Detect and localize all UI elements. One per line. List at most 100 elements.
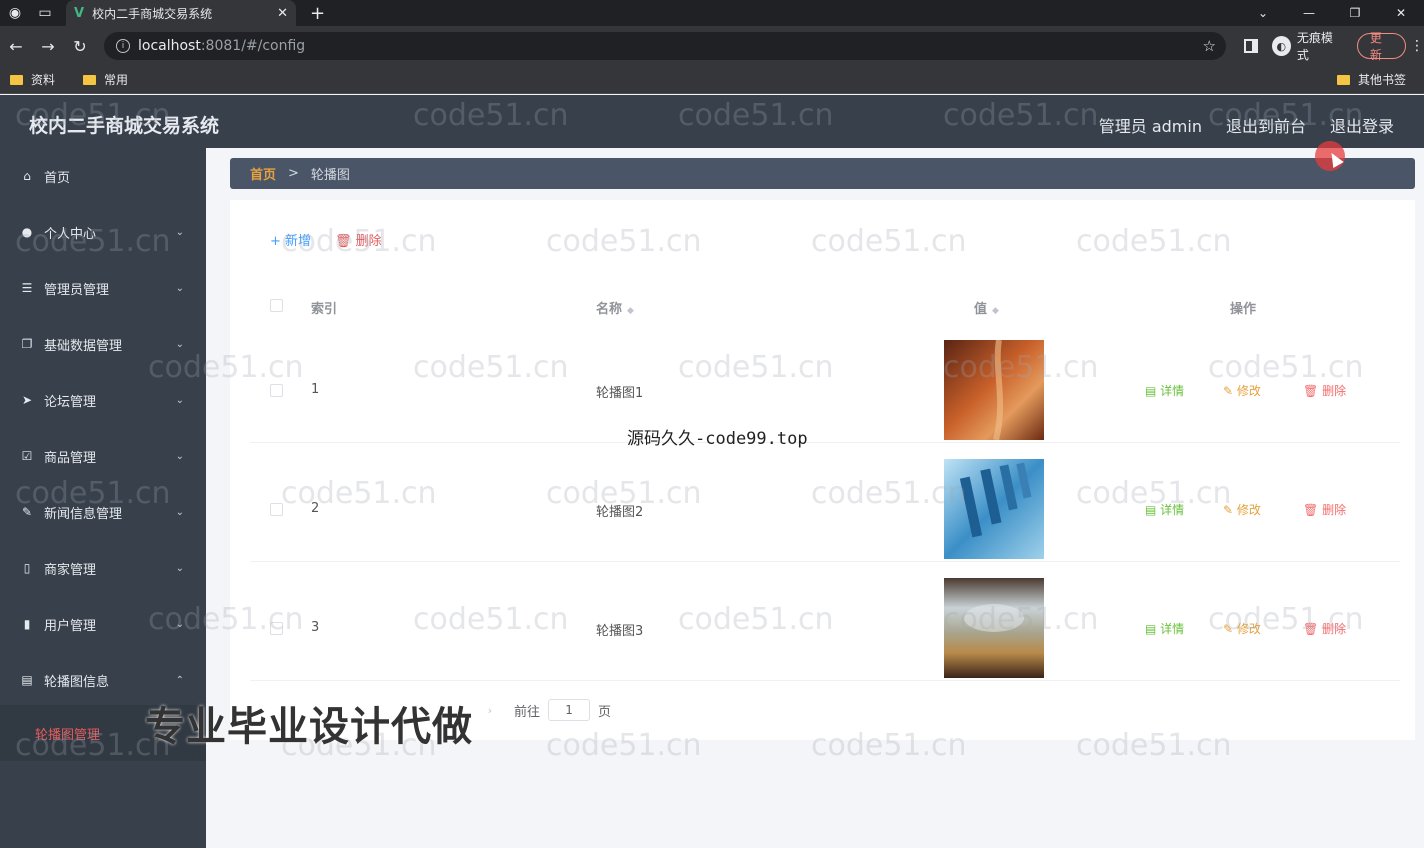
update-button[interactable]: 更新 xyxy=(1356,31,1406,62)
sidebar-item-label: 个人中心 xyxy=(44,226,97,242)
detail-button[interactable]: ▤ 详情 xyxy=(1145,620,1184,637)
close-window-icon[interactable]: ✕ xyxy=(1378,0,1424,26)
document-icon: ▤ xyxy=(1145,384,1161,398)
chevron-down-icon: ⌄ xyxy=(175,562,184,574)
add-button[interactable]: + 新增 xyxy=(270,230,311,249)
home-icon: ⌂ xyxy=(23,169,31,183)
sidebar-item-forum[interactable]: ➤ 论坛管理 ⌄ xyxy=(0,372,206,428)
site-info-icon[interactable]: i xyxy=(116,39,130,53)
sidebar-item-users[interactable]: ▮ 用户管理 ⌄ xyxy=(0,596,206,652)
browser-tab[interactable]: V 校内二手商城交易系统 ✕ xyxy=(66,0,296,26)
admin-label: 管理员 admin xyxy=(1098,117,1202,136)
chevron-down-icon: ⌄ xyxy=(175,226,184,238)
sidebar-item-news[interactable]: ✎ 新闻信息管理 ⌄ xyxy=(0,484,206,540)
sidebar-item-admins[interactable]: ☰ 管理员管理 ⌄ xyxy=(0,260,206,316)
row-checkbox[interactable] xyxy=(270,384,283,397)
cell-index: 3 xyxy=(311,620,320,635)
sidebar-item-label: 商品管理 xyxy=(44,450,97,466)
select-all-checkbox[interactable] xyxy=(270,299,283,312)
sidebar-item-home[interactable]: ⌂ 首页 xyxy=(0,148,206,204)
reload-icon[interactable]: ↻ xyxy=(64,26,96,66)
window-icon[interactable]: ▭ xyxy=(30,0,60,26)
column-header-actions: 操作 xyxy=(1230,302,1257,317)
edit-label: 修改 xyxy=(1236,503,1261,517)
chevron-down-icon: ⌄ xyxy=(175,450,184,462)
url-host: localhost xyxy=(138,38,201,54)
detail-label: 详情 xyxy=(1160,622,1185,636)
sort-icon[interactable]: ◆ xyxy=(992,306,999,316)
bookmark-label: 常用 xyxy=(104,73,129,87)
pencil-icon: ✎ xyxy=(1223,503,1237,517)
edit-button[interactable]: ✎ 修改 xyxy=(1223,501,1261,518)
sidebar-item-merchants[interactable]: ▯ 商家管理 ⌄ xyxy=(0,540,206,596)
bookmark-label: 资料 xyxy=(31,73,56,87)
overlay-source-text: 源码久久-code99.top xyxy=(627,429,808,449)
delete-label: 删除 xyxy=(1322,622,1347,636)
chevron-down-icon: ⌄ xyxy=(175,618,184,630)
copy-icon: ❐ xyxy=(21,337,33,351)
sidebar-item-basic-data[interactable]: ❐ 基础数据管理 ⌄ xyxy=(0,316,206,372)
edit-button[interactable]: ✎ 修改 xyxy=(1223,620,1261,637)
logout-link[interactable]: 退出登录 xyxy=(1330,113,1394,137)
sidebar-item-profile[interactable]: ● 个人中心 ⌄ xyxy=(0,204,206,260)
trash-icon: 🗑 xyxy=(335,234,356,249)
cell-index: 2 xyxy=(311,501,320,516)
user-icon: ● xyxy=(21,225,33,239)
table-row: 3 轮播图3 ▤ 详情 ✎ 修改 🗑 删除 xyxy=(250,562,1400,681)
goto-label: 前往 xyxy=(514,704,541,720)
sidebar-item-products[interactable]: ☑ 商品管理 ⌄ xyxy=(0,428,206,484)
trash-icon: 🗑 xyxy=(1303,503,1323,517)
row-delete-button[interactable]: 🗑 删除 xyxy=(1303,620,1346,637)
bookmark-folder-ziliao[interactable]: 资料 xyxy=(10,71,55,88)
url-path: :8081/#/config xyxy=(200,38,306,54)
pencil-icon: ✎ xyxy=(1223,622,1237,636)
minimize-icon[interactable]: — xyxy=(1286,0,1332,26)
bookmark-folder-changyong[interactable]: 常用 xyxy=(83,71,128,88)
browser-right-actions: ◐ 无痕模式 更新 ⋮ xyxy=(1238,26,1424,66)
detail-label: 详情 xyxy=(1160,384,1185,398)
breadcrumb-separator: > xyxy=(288,166,299,181)
incognito-indicator[interactable]: ◐ 无痕模式 xyxy=(1271,29,1343,63)
detail-button[interactable]: ▤ 详情 xyxy=(1145,501,1184,518)
sidebar-item-label: 首页 xyxy=(44,170,71,186)
batch-delete-button[interactable]: 🗑 删除 xyxy=(335,230,382,249)
new-tab-icon[interactable]: + xyxy=(310,3,325,24)
sidebar-item-label: 新闻信息管理 xyxy=(44,506,123,522)
cell-name: 轮播图1 xyxy=(596,386,644,401)
row-checkbox[interactable] xyxy=(270,503,283,516)
message-icon: ▤ xyxy=(21,673,33,687)
sort-icon[interactable]: ◆ xyxy=(627,306,634,316)
address-bar[interactable]: i localhost :8081/#/config ☆ xyxy=(104,32,1226,60)
folder-icon xyxy=(83,74,97,85)
to-front-link[interactable]: 退出到前台 xyxy=(1226,113,1306,137)
chevron-down-icon: ⌄ xyxy=(175,394,184,406)
column-label: 名称 xyxy=(596,302,623,317)
folder-icon xyxy=(10,74,23,85)
restore-icon[interactable]: ❐ xyxy=(1332,0,1378,26)
bookmark-star-icon[interactable]: ☆ xyxy=(1203,37,1216,55)
row-delete-button[interactable]: 🗑 删除 xyxy=(1303,501,1346,518)
row-delete-button[interactable]: 🗑 删除 xyxy=(1303,382,1346,399)
column-header-name[interactable]: 名称 ◆ xyxy=(596,298,634,317)
page-number-input[interactable]: 1 xyxy=(548,699,591,721)
back-icon[interactable]: ← xyxy=(0,26,32,66)
app-title: 校内二手商城交易系统 xyxy=(29,115,220,137)
forward-icon[interactable]: → xyxy=(32,26,64,66)
breadcrumb-home[interactable]: 首页 xyxy=(250,164,276,183)
browser-menu-icon[interactable]: ⋮ xyxy=(1410,38,1424,54)
incognito-icon: ◐ xyxy=(1271,36,1291,56)
carousel-image-3 xyxy=(944,578,1044,678)
bookmark-folder-other[interactable]: 其他书签 xyxy=(1336,71,1406,88)
tab-close-icon[interactable]: ✕ xyxy=(277,6,288,21)
column-header-value[interactable]: 值 ◆ xyxy=(974,298,999,317)
next-page-icon[interactable]: › xyxy=(480,700,500,720)
side-panel-icon[interactable] xyxy=(1244,39,1258,53)
vue-logo-icon: V xyxy=(74,5,85,21)
globe-icon[interactable]: ◉ xyxy=(0,0,30,26)
row-checkbox[interactable] xyxy=(270,622,283,635)
edit-button[interactable]: ✎ 修改 xyxy=(1223,382,1261,399)
table-header: 索引 名称 ◆ 值 ◆ 操作 xyxy=(250,288,1400,324)
window-controls: ⌄ — ❐ ✕ xyxy=(1240,0,1424,26)
detail-button[interactable]: ▤ 详情 xyxy=(1145,382,1184,399)
tab-search-icon[interactable]: ⌄ xyxy=(1240,0,1286,26)
